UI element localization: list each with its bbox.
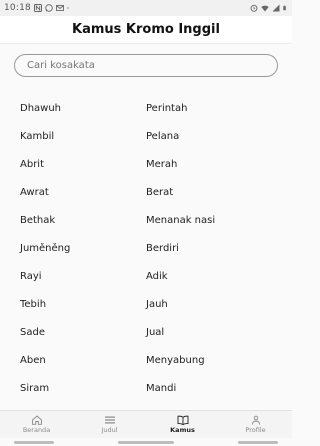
krama-word: Juměněng (20, 242, 71, 254)
krama-word: Tebih (20, 298, 47, 310)
page-title: Kamus Kromo Inggil (72, 22, 220, 37)
alarm-icon (250, 4, 258, 12)
system-home-handle[interactable] (118, 441, 174, 444)
nav-label: Kamus (170, 426, 195, 434)
nav-label: Judul (101, 426, 118, 434)
app-bar: Kamus Kromo Inggil (0, 16, 292, 44)
bottom-navigation: Beranda Judul Kamus Profile (0, 410, 292, 438)
list-item[interactable]: Awrat Berat (0, 178, 292, 206)
translation-word: Merah (146, 158, 178, 170)
krama-word: Bethak (20, 214, 56, 226)
nav-item-judul[interactable]: Judul (73, 411, 146, 438)
translation-word: Jauh (146, 298, 168, 310)
nav-label: Beranda (22, 426, 51, 434)
translation-word: Berdiri (146, 242, 179, 254)
list-item[interactable]: Sade Jual (0, 318, 292, 346)
list-icon (104, 416, 115, 424)
list-item[interactable]: Abrit Merah (0, 150, 292, 178)
status-right (250, 4, 288, 12)
dot-icon (67, 7, 69, 9)
status-left: 10:18 (4, 3, 71, 13)
translation-word: Berat (146, 186, 174, 198)
list-item[interactable]: Kambil Pelana (0, 122, 292, 150)
word-list: Dhawuh Perintah Kambil Pelana Abrit Mera… (0, 94, 292, 402)
list-item[interactable]: Aben Menyabung (0, 346, 292, 374)
nav-label: Profile (245, 426, 266, 434)
list-item[interactable]: Rayi Adik (0, 262, 292, 290)
krama-word: Kambil (20, 130, 55, 142)
krama-word: Awrat (20, 186, 49, 198)
whatsapp-icon (45, 4, 53, 12)
translation-word: Pelana (146, 130, 180, 142)
nav-item-beranda[interactable]: Beranda (0, 411, 73, 438)
list-item[interactable]: Tebih Jauh (0, 290, 292, 318)
translation-word: Jual (146, 326, 165, 338)
person-icon (251, 415, 260, 425)
nav-item-profile[interactable]: Profile (219, 411, 292, 438)
list-item[interactable]: Dhawuh Perintah (0, 94, 292, 122)
status-bar: 10:18 (0, 0, 292, 16)
notification-n-icon (33, 4, 42, 12)
search-input[interactable] (27, 60, 265, 71)
krama-word: Sade (20, 326, 45, 338)
home-icon (31, 415, 42, 425)
system-recents-handle[interactable] (238, 441, 278, 444)
krama-word: Dhawuh (20, 102, 62, 114)
wifi-icon (261, 5, 269, 12)
nav-item-kamus[interactable]: Kamus (146, 411, 219, 438)
translation-word: Menanak nasi (146, 214, 216, 226)
search-box[interactable] (14, 54, 278, 77)
email-icon (55, 5, 64, 11)
translation-word: Perintah (146, 102, 188, 114)
app-screen: 10:18 Kamus Kromo Inggil Cari kosakata D… (0, 0, 292, 446)
krama-word: Rayi (20, 270, 42, 282)
krama-word: Siram (20, 382, 50, 394)
list-item[interactable]: Bethak Menanak nasi (0, 206, 292, 234)
translation-word: Menyabung (146, 354, 205, 366)
krama-word: Abrit (20, 158, 44, 170)
list-item[interactable]: Siram Mandi (0, 374, 292, 402)
system-back-handle[interactable] (14, 441, 54, 444)
translation-word: Mandi (146, 382, 177, 394)
list-item[interactable]: Juměněng Berdiri (0, 234, 292, 262)
system-nav-bar (0, 438, 292, 446)
krama-word: Aben (20, 354, 46, 366)
translation-word: Adik (146, 270, 168, 282)
book-icon (177, 415, 188, 425)
battery-icon (283, 5, 286, 11)
status-time: 10:18 (4, 3, 31, 13)
signal-icon (272, 4, 280, 12)
